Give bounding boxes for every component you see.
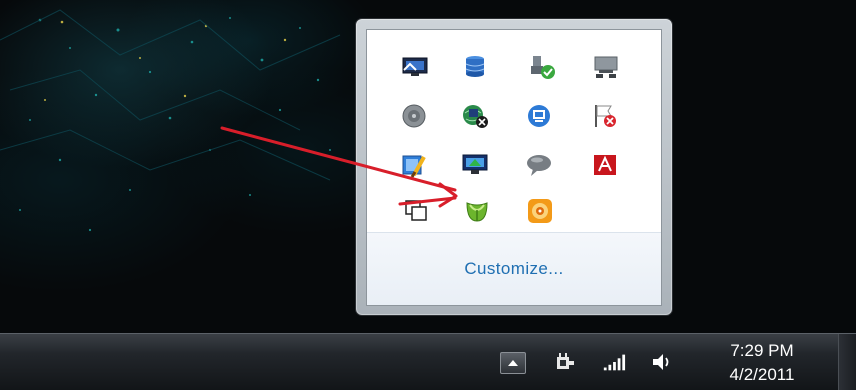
speaker-gray-icon[interactable] — [397, 99, 431, 133]
windows-overlap-icon[interactable] — [399, 194, 433, 228]
display-arrow-icon[interactable] — [458, 148, 492, 182]
network-globe-icon[interactable] — [458, 99, 492, 133]
display-settings-icon[interactable] — [398, 50, 432, 84]
power-plug-icon[interactable] — [552, 350, 576, 374]
taskbar: 7:29 PM 4/2/2011 — [0, 333, 856, 390]
customize-section: Customize... — [367, 232, 661, 305]
system-clock[interactable]: 7:29 PM 4/2/2011 — [700, 340, 824, 386]
customize-link[interactable]: Customize... — [464, 259, 563, 279]
show-hidden-icons-button[interactable] — [500, 352, 526, 374]
chat-bubble-icon[interactable] — [522, 148, 556, 182]
flag-error-icon[interactable] — [588, 99, 622, 133]
flyout-panel: Customize... — [366, 29, 662, 306]
hidden-icons-grid — [367, 30, 661, 244]
orange-disc-icon[interactable] — [523, 194, 557, 228]
usb-safely-remove-icon[interactable] — [525, 50, 559, 84]
monitor-blue-icon[interactable] — [522, 99, 556, 133]
paint-brush-icon[interactable] — [397, 148, 431, 182]
notification-area-overflow-flyout: Customize... — [355, 18, 673, 316]
green-leaf-icon[interactable] — [460, 194, 494, 228]
show-desktop-button[interactable] — [838, 334, 856, 390]
clock-date: 4/2/2011 — [729, 365, 795, 384]
network-signal-icon[interactable] — [602, 350, 626, 374]
clock-time: 7:29 PM — [730, 341, 794, 360]
volume-icon[interactable] — [650, 350, 674, 374]
network-drive-icon[interactable] — [589, 50, 623, 84]
adobe-icon[interactable] — [588, 148, 622, 182]
database-icon[interactable] — [458, 50, 492, 84]
chevron-up-icon — [508, 360, 518, 366]
